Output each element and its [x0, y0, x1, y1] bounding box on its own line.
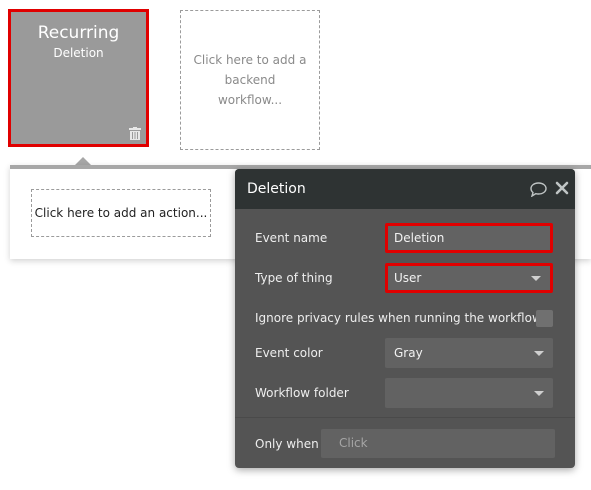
- panel-header: Deletion: [235, 169, 575, 209]
- ignore-privacy-label: Ignore privacy rules when running the wo…: [255, 311, 542, 325]
- add-backend-workflow-text: Click here to add a backend workflow...: [193, 53, 307, 107]
- panel-divider: [235, 417, 575, 418]
- add-backend-workflow-placeholder[interactable]: Click here to add a backend workflow...: [180, 10, 320, 150]
- event-color-label: Event color: [255, 346, 323, 360]
- strip-pointer: [75, 157, 91, 165]
- chevron-down-icon: [534, 351, 544, 356]
- only-when-placeholder: Click: [339, 436, 368, 450]
- comment-icon[interactable]: [530, 182, 547, 197]
- workflow-folder-label: Workflow folder: [255, 386, 349, 400]
- event-property-editor: Deletion Event name Deletion Type of thi…: [235, 169, 575, 468]
- trash-icon[interactable]: [129, 127, 141, 140]
- add-action-placeholder[interactable]: Click here to add an action...: [31, 189, 211, 237]
- add-action-text: Click here to add an action...: [34, 206, 208, 220]
- panel-title: Deletion: [247, 181, 306, 197]
- chevron-down-icon: [534, 391, 544, 396]
- type-of-thing-label: Type of thing: [255, 271, 333, 285]
- event-card-title: Recurring: [37, 23, 120, 43]
- recurring-event-card[interactable]: Recurring Deletion: [8, 9, 149, 147]
- only-when-condition-input[interactable]: Click: [321, 429, 555, 458]
- ignore-privacy-checkbox[interactable]: [536, 310, 553, 327]
- event-color-value: Gray: [394, 346, 423, 360]
- only-when-label: Only when: [255, 437, 319, 451]
- event-name-input[interactable]: Deletion: [385, 223, 553, 253]
- event-card-subtitle: Deletion: [53, 46, 104, 60]
- chevron-down-icon: [531, 276, 541, 281]
- workflow-folder-dropdown[interactable]: [385, 378, 553, 408]
- type-of-thing-dropdown[interactable]: User: [385, 263, 553, 293]
- close-icon[interactable]: [555, 181, 569, 195]
- type-of-thing-value: User: [394, 271, 422, 285]
- event-color-dropdown[interactable]: Gray: [385, 338, 553, 368]
- event-name-label: Event name: [255, 231, 328, 245]
